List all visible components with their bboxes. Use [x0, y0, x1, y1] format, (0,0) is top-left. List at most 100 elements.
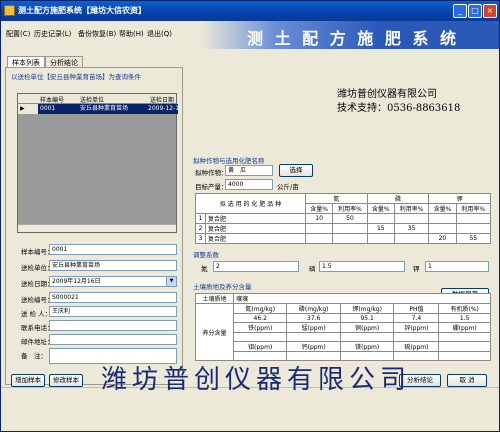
close-button[interactable]: × [483, 4, 497, 18]
fert-cell[interactable] [428, 213, 457, 224]
grid-cell: 安丘县种業育苗场 [78, 104, 146, 114]
coef-n-input[interactable]: 2 [213, 261, 299, 272]
phone-input[interactable] [49, 320, 177, 331]
texture-label: 土壤质地 [195, 293, 234, 304]
table-row[interactable]: 2 复合肥 15 35 [195, 223, 492, 234]
banner: 测 土 配 方 施 肥 系 统 [201, 21, 499, 49]
crop-input[interactable]: 黄 瓜 [225, 165, 273, 176]
note-label: 备 注： [21, 352, 47, 360]
fert-cell[interactable]: 10 [304, 213, 334, 224]
cancel-button[interactable]: 取 消 [447, 374, 487, 387]
fert-cell[interactable] [304, 223, 334, 234]
address-input[interactable] [49, 334, 177, 345]
fert-sub: 利用率% [455, 203, 492, 214]
fert-cell[interactable]: 35 [393, 223, 430, 234]
nutrient-value[interactable]: 95.1 [339, 313, 395, 323]
menu-help[interactable]: 帮助(H) [119, 29, 144, 39]
fert-cell[interactable] [304, 233, 334, 244]
fert-name[interactable]: 复合肥 [205, 223, 306, 234]
nutrient-value[interactable] [286, 332, 341, 342]
crop-label: 拟种作物： [195, 169, 228, 177]
nutrient-value[interactable] [339, 332, 395, 342]
menu-exit[interactable]: 退出(Q) [147, 29, 172, 39]
fert-cell[interactable] [455, 223, 492, 234]
fertilizer-table: 拟 选 用 的 化 肥 品 种 氮 磷 钾 含量% 利用率% 含量% 利用率% … [195, 193, 492, 244]
menu-backup[interactable]: 备份恢复(B) [78, 29, 116, 39]
fert-cell[interactable] [366, 213, 395, 224]
nutrient-header: 钼(ppm) [232, 341, 288, 352]
fert-cell[interactable] [332, 233, 368, 244]
fert-cell[interactable] [332, 223, 368, 234]
fert-group-p: 磷 [366, 193, 430, 204]
fert-sub: 含量% [366, 203, 395, 214]
maximize-button[interactable]: □ [468, 4, 482, 18]
sample-no2-input[interactable]: S000021 [49, 292, 177, 303]
soil-table: 土壤质地 壤壤 养分含量 氮(mg/kg) 磷(mg/kg) 钾(mg/kg) … [195, 293, 491, 361]
fert-sub: 含量% [304, 203, 334, 214]
coef-k-input[interactable]: 1 [425, 261, 489, 272]
fert-cell[interactable]: 55 [455, 233, 492, 244]
fert-cell[interactable] [393, 233, 430, 244]
person-label: 送 检 人： [21, 310, 52, 318]
row-no: 1 [195, 213, 206, 224]
date-picker[interactable]: 2009年12月16日 ▼ [49, 276, 177, 287]
app-window: 测土配方施肥系统【潍坊大信农资】 _ □ × 配置(C) 历史记录(L) 备份恢… [0, 0, 500, 432]
banner-title: 测 土 配 方 施 肥 系 统 [247, 29, 459, 48]
texture-select[interactable]: 壤壤 [233, 293, 491, 304]
fert-cell[interactable] [366, 233, 395, 244]
fert-name[interactable]: 复合肥 [205, 233, 306, 244]
nutrient-header: 铜(ppm) [339, 322, 395, 333]
sample-no-input[interactable]: 0001 [49, 244, 177, 255]
fert-cell[interactable]: 15 [366, 223, 395, 234]
table-row[interactable]: ▶ 0001 安丘县种業育苗场 2009-12-16 [18, 104, 178, 114]
nutrient-value[interactable]: 7.4 [393, 313, 440, 323]
filter-label: 以送检单位【安丘县种業育苗场】为查询条件 [11, 73, 141, 81]
nutrient-value[interactable] [232, 332, 288, 342]
nutrient-header: 铁(ppm) [232, 322, 288, 333]
coef-p-label: 磷 [309, 265, 316, 273]
menu-history[interactable]: 历史记录(L) [34, 29, 71, 39]
fert-cell[interactable]: 20 [428, 233, 457, 244]
minimize-button[interactable]: _ [453, 4, 467, 18]
menu-config[interactable]: 配置(C) [6, 29, 30, 39]
table-row[interactable]: 3 复合肥 20 55 [195, 233, 492, 244]
nutrient-header: 有机质(%) [438, 303, 491, 314]
nutrient-header [438, 341, 491, 352]
app-icon [4, 5, 15, 16]
fert-table-header: 拟 选 用 的 化 肥 品 种 [195, 193, 306, 214]
grid-header-unit: 送检单位 [80, 97, 105, 104]
nutrient-value[interactable] [438, 351, 491, 361]
person-input[interactable]: 王庆利 [49, 306, 177, 317]
fert-cell[interactable] [393, 213, 430, 224]
nutrient-value[interactable]: 46.2 [232, 313, 288, 323]
chevron-down-icon[interactable]: ▼ [166, 277, 176, 286]
grid-cell: 0001 [38, 104, 78, 114]
soil-section-title: 土壤质地及养分含量 [193, 283, 252, 291]
nutrient-header: 磷(mg/kg) [286, 303, 341, 314]
nutrient-value[interactable]: 37.6 [286, 313, 341, 323]
nutrient-header: 钾(mg/kg) [339, 303, 395, 314]
nutrient-header: PH值 [393, 303, 440, 314]
table-row[interactable]: 1 复合肥 10 50 [195, 213, 492, 224]
fert-name[interactable]: 复合肥 [205, 213, 306, 224]
target-label: 目标产量： [195, 183, 228, 191]
add-sample-button[interactable]: 增加样本 [11, 374, 45, 387]
coef-p-input[interactable]: 1.5 [319, 261, 405, 272]
fert-cell[interactable] [455, 213, 492, 224]
grid-header: 样本编号 送检单位 送检日期 [18, 94, 176, 104]
sample-grid[interactable]: 样本编号 送检单位 送检日期 ▶ 0001 安丘县种業育苗场 2009-12-1… [17, 93, 178, 233]
select-crop-button[interactable]: 选择 [279, 164, 313, 177]
coef-section-title: 调整系数 [193, 251, 219, 259]
fert-cell[interactable] [428, 223, 457, 234]
nutrient-value[interactable] [393, 332, 440, 342]
fert-cell[interactable]: 50 [332, 213, 368, 224]
grid-scrollbar[interactable] [18, 224, 176, 232]
grid-header-date: 送检日期 [150, 97, 175, 104]
target-yield-input[interactable]: 4000 [225, 179, 273, 190]
nutrient-value[interactable] [438, 332, 491, 342]
unit-input[interactable]: 安丘县种業育苗场 [49, 260, 177, 271]
title-bar[interactable]: 测土配方施肥系统【潍坊大信农资】 _ □ × [1, 1, 499, 21]
nutrient-value[interactable]: 1.5 [438, 313, 491, 323]
modify-sample-button[interactable]: 修改样本 [49, 374, 83, 387]
coef-k-label: 钾 [413, 265, 420, 273]
